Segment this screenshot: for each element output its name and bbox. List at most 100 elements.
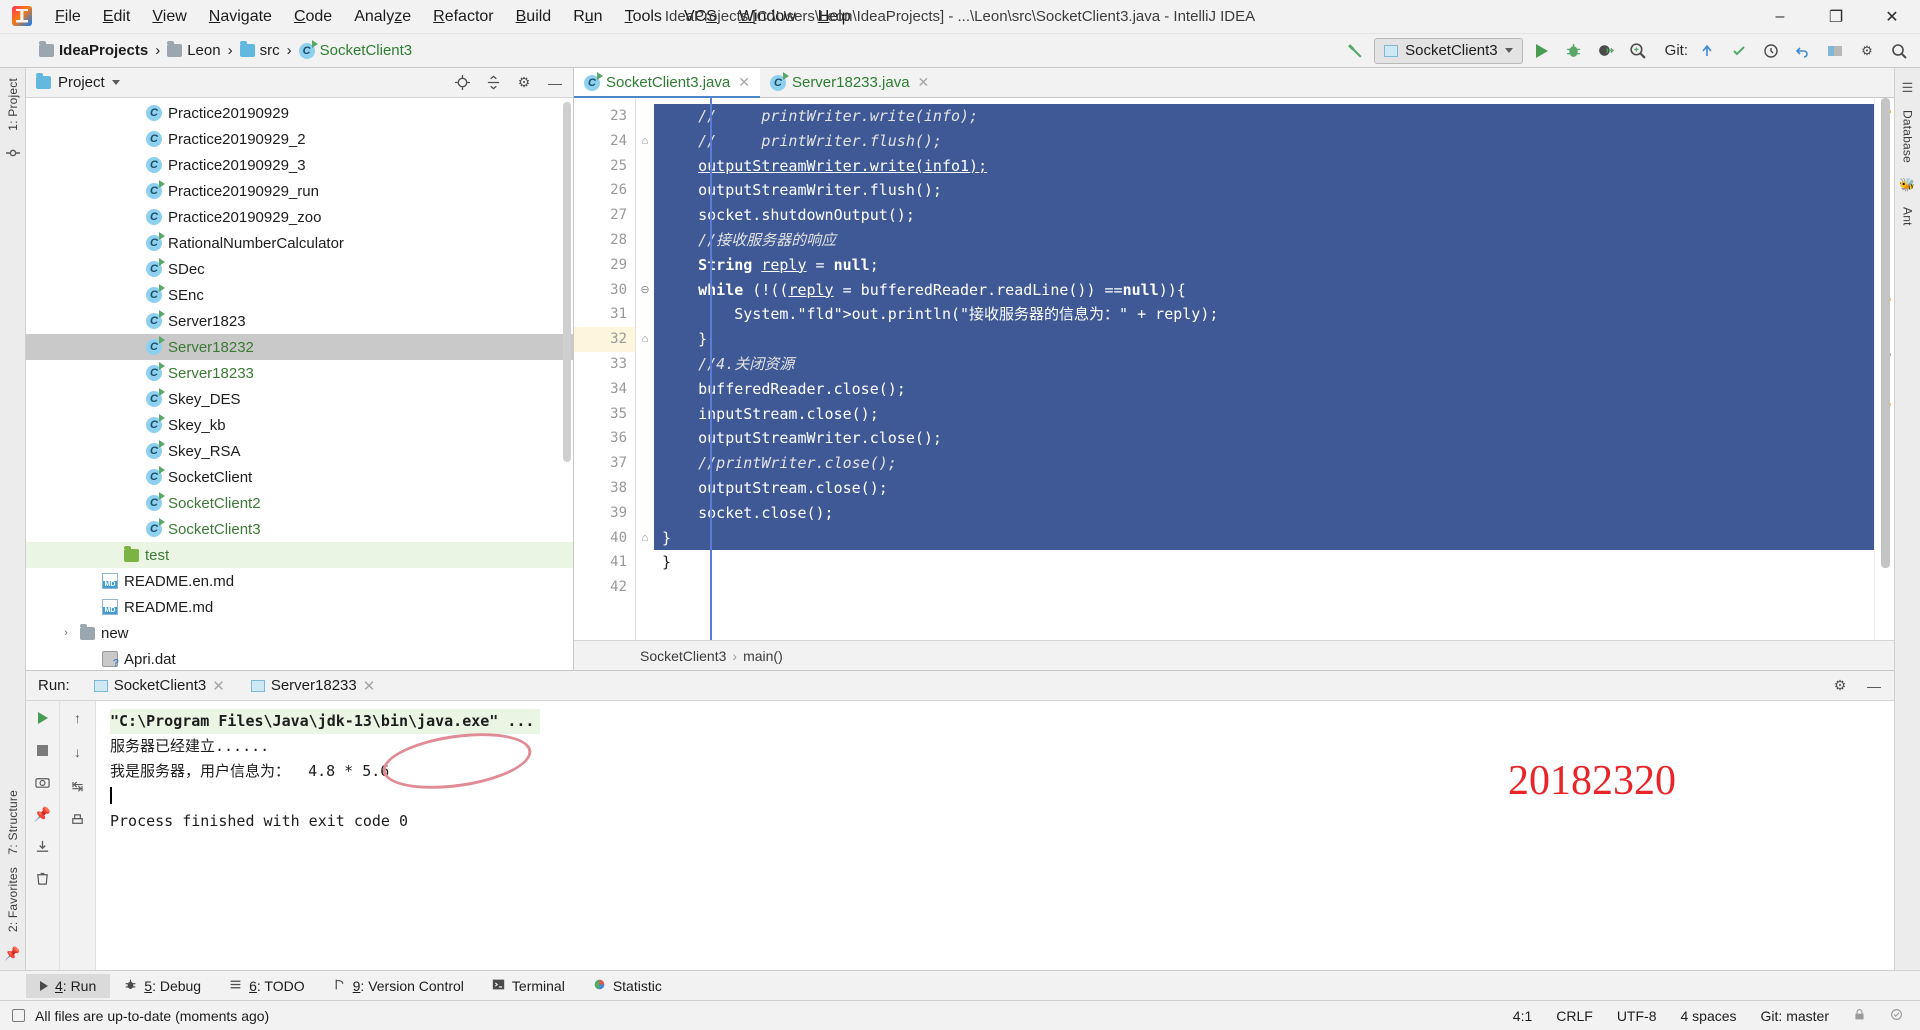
fold-marker[interactable] [636,377,654,402]
close-icon[interactable]: ✕ [212,677,225,695]
close-icon[interactable]: ✕ [363,677,376,695]
screenshot-icon[interactable] [32,771,54,793]
run-with-coverage-button[interactable] [1593,38,1619,64]
tree-item-senc[interactable]: C SEnc [26,282,573,308]
menu-help[interactable]: Help [807,4,862,30]
commit-rail-icon[interactable] [3,143,23,163]
rail-tab-structure[interactable]: 7: Structure [3,784,23,860]
code-line[interactable]: inputStream.close(); [654,401,1894,427]
code-line[interactable] [654,575,1894,600]
fold-marker[interactable] [636,154,654,179]
tree-twisty-icon[interactable]: › [58,627,74,639]
menu-file[interactable]: File [44,4,92,30]
code-line[interactable]: // printWriter.write(info); [654,104,1894,129]
code-line[interactable]: outputStream.close(); [654,475,1894,501]
stop-icon[interactable] [32,739,54,761]
menu-run[interactable]: Run [562,4,613,30]
fold-marker[interactable] [636,550,654,575]
chevron-down-icon[interactable] [111,80,120,85]
fold-marker[interactable] [636,228,654,253]
line-separator[interactable]: CRLF [1549,1006,1600,1026]
code-content[interactable]: // printWriter.write(info); // printWrit… [654,98,1894,640]
console-output[interactable]: "C:\Program Files\Java\jdk-13\bin\java.e… [96,701,1894,970]
build-hammer-icon[interactable] [1342,38,1368,64]
settings-gear-icon[interactable]: ⚙ [512,72,536,94]
fold-marker[interactable] [636,476,654,501]
settings-gear-icon[interactable]: ⚙ [1854,38,1880,64]
breadcrumb-item-class[interactable]: C SocketClient3 [294,39,418,61]
tool-window-button-run[interactable]: 4: Run [26,973,111,998]
tree-item-practice20190929-2[interactable]: C Practice20190929_2 [26,126,573,152]
print-icon[interactable] [67,809,89,831]
tool-window-button-terminal[interactable]: Terminal [478,974,579,998]
code-line[interactable]: //4.关闭资源 [654,351,1894,377]
minimize-button[interactable]: – [1752,0,1808,34]
settings-gear-icon[interactable]: ⚙ [1828,675,1852,697]
tree-item-server18233[interactable]: C Server18233 [26,360,573,386]
git-update-icon[interactable] [1694,38,1720,64]
menu-navigate[interactable]: Navigate [198,4,283,30]
pin-icon[interactable]: 📌 [32,803,54,825]
debug-button[interactable] [1561,38,1587,64]
scroll-up-icon[interactable]: ↑ [67,707,89,729]
editor-vertical-scrollbar[interactable] [1881,98,1890,568]
run-configuration-selector[interactable]: SocketClient3 [1374,37,1523,64]
collapse-all-icon[interactable] [481,72,505,94]
caret-position[interactable]: 4:1 [1506,1006,1539,1026]
editor-marker-bar[interactable] [1874,98,1894,640]
lock-icon[interactable] [1846,1006,1873,1026]
breadcrumb-method[interactable]: main() [743,648,783,664]
pin-rail-icon[interactable]: 📌 [3,944,23,964]
code-line[interactable]: socket.shutdownOutput(); [654,203,1894,228]
fold-marker[interactable]: ⌂ [636,129,654,154]
close-button[interactable]: ✕ [1864,0,1920,34]
tool-window-button-debug[interactable]: 5: Debug [110,974,215,998]
menu-edit[interactable]: Edit [92,4,142,30]
code-line[interactable]: bufferedReader.close(); [654,376,1894,402]
tree-item-skey-rsa[interactable]: C Skey_RSA [26,438,573,464]
hide-panel-icon[interactable]: — [1862,675,1886,697]
fold-marker[interactable] [636,575,654,600]
scroll-down-icon[interactable]: ↓ [67,741,89,763]
code-line[interactable]: // printWriter.flush(); [654,128,1894,154]
rail-tab-ant[interactable]: Ant [1898,201,1918,232]
fold-marker[interactable] [636,104,654,129]
project-structure-icon[interactable] [1822,38,1848,64]
code-line[interactable]: System."fld">out.println("接收服务器的信息为：" + … [654,302,1894,328]
tool-window-button-todo[interactable]: 6: TODO [215,974,319,998]
breadcrumb-item-project[interactable]: IdeaProjects [34,40,153,61]
run-tab-server18233[interactable]: Server18233 ✕ [243,674,383,706]
code-line[interactable]: } [654,550,1894,575]
fold-marker[interactable] [636,203,654,228]
code-line[interactable]: outputStreamWriter.close(); [654,426,1894,452]
rail-tab-database[interactable]: Database [1898,104,1918,169]
breadcrumb-item-src[interactable]: src [235,40,285,61]
tree-item-skey-des[interactable]: C Skey_DES [26,386,573,412]
git-commit-icon[interactable] [1726,38,1752,64]
trash-icon[interactable] [32,867,54,889]
tree-item-socketclient2[interactable]: C SocketClient2 [26,490,573,516]
tree-item-socketclient[interactable]: C SocketClient [26,464,573,490]
menu-tools[interactable]: Tools [614,4,673,30]
breadcrumb-item-leon[interactable]: Leon [162,40,225,61]
fold-marker[interactable]: ⊖ [636,278,654,303]
fold-marker[interactable] [636,501,654,526]
rail-tab-project[interactable]: 1: Project [3,72,23,137]
fold-marker[interactable]: ⌂ [636,526,654,551]
maximize-button[interactable]: ❐ [1808,0,1864,34]
menu-code[interactable]: Code [283,4,343,30]
git-branch[interactable]: Git: master [1754,1006,1836,1026]
fold-marker[interactable] [636,253,654,278]
code-line[interactable]: String reply = null; [654,252,1894,278]
search-icon[interactable] [1886,38,1912,64]
fold-marker[interactable] [636,402,654,427]
menu-analyze[interactable]: Analyze [343,4,422,30]
code-line[interactable]: outputStreamWriter.flush(); [654,178,1894,204]
indent-setting[interactable]: 4 spaces [1673,1006,1743,1026]
ant-build-icon[interactable]: 🐝 [1898,175,1918,195]
tree-item-test[interactable]: test [26,542,573,568]
tree-scrollbar[interactable] [563,102,571,462]
tree-item-new[interactable]: › new [26,620,573,646]
fold-marker[interactable] [636,178,654,203]
tree-item-practice20190929-3[interactable]: C Practice20190929_3 [26,152,573,178]
